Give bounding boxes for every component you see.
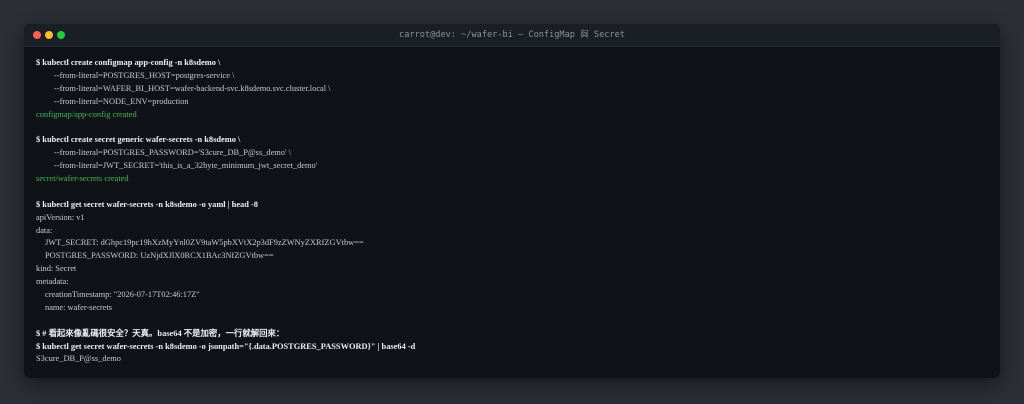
yaml-output-line: name: wafer-secrets (45, 302, 113, 312)
success-output: configmap/app-config created (36, 109, 137, 119)
terminal-output[interactable]: $ kubectl create configmap app-config -n… (36, 57, 986, 366)
command-line: $ kubectl create secret generic wafer-se… (36, 135, 241, 145)
title-bar: carrot@dev: ~/wafer-bi — ConfigMap 與 Sec… (24, 24, 1000, 47)
window-title: carrot@dev: ~/wafer-bi — ConfigMap 與 Sec… (399, 30, 625, 40)
command-line: $ kubectl get secret wafer-secrets -n k8… (36, 199, 258, 209)
command-line: $ kubectl create configmap app-config -n… (36, 58, 221, 67)
decoded-output: S3cure_DB_P@ss_demo (36, 354, 121, 364)
yaml-output-line: data: (36, 225, 53, 235)
yaml-output-line: apiVersion: v1 (36, 212, 85, 222)
command-line: $ kubectl get secret wafer-secrets -n k8… (36, 341, 416, 351)
command-continuation: --from-literal=WAFER_BI_HOST=wafer-backe… (54, 83, 331, 93)
comment-line: $ # 看起來像亂碼很安全？天真。base64 不是加密，一行就解回來： (36, 328, 285, 338)
yaml-output-line: POSTGRES_PASSWORD: UzNjdXJlX0RCX1BAc3NfZ… (45, 251, 274, 261)
yaml-output-line: creationTimestamp: "2026-07-17T02:46:17Z… (45, 290, 200, 300)
yaml-output-line: kind: Secret (36, 264, 77, 274)
success-output: secret/wafer-secrets created (36, 174, 129, 184)
command-continuation: --from-literal=POSTGRES_PASSWORD='S3cure… (54, 148, 291, 158)
command-continuation: --from-literal=POSTGRES_HOST=postgres-se… (54, 70, 235, 80)
yaml-output-line: metadata: (36, 277, 69, 287)
yaml-output-line: JWT_SECRET: dGhpc19pc19hXzMyYnl0ZV9taW5p… (45, 238, 364, 248)
command-continuation: --from-literal=NODE_ENV=production (54, 96, 189, 106)
terminal-window: carrot@dev: ~/wafer-bi — ConfigMap 與 Sec… (24, 24, 1000, 378)
command-continuation: --from-literal=JWT_SECRET='this_is_a_32b… (54, 161, 318, 171)
